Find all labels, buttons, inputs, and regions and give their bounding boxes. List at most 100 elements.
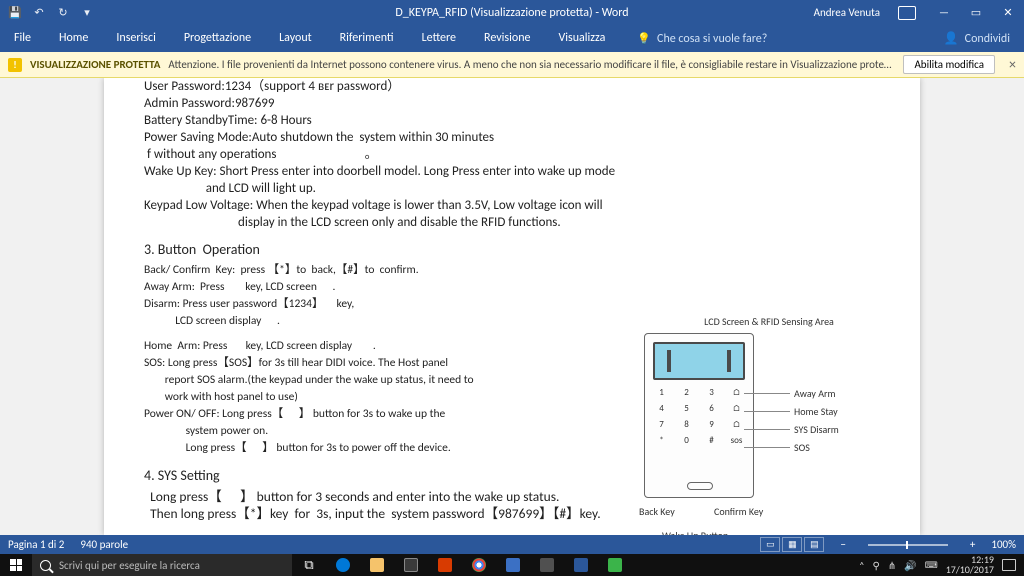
quick-access-toolbar: 💾 ↶ ↻ ▾ xyxy=(0,6,102,20)
diagram-label-wake: Wake Up Button xyxy=(662,529,728,535)
key: 6 xyxy=(701,404,722,414)
wakeup-button xyxy=(687,482,713,490)
share-button[interactable]: 👤 Condividi xyxy=(930,25,1024,52)
tab-file[interactable]: File xyxy=(0,25,45,52)
keypad-outline: 1 2 3 ⌂ 4 5 6 ⌂ 7 8 9 ⌂ * 0 # sos xyxy=(644,333,754,498)
doc-line: f without any operations 。 xyxy=(144,146,890,163)
page-indicator[interactable]: Pagina 1 di 2 xyxy=(8,538,64,551)
edge-icon[interactable] xyxy=(326,554,360,576)
store-icon[interactable] xyxy=(394,554,428,576)
title-bar: 💾 ↶ ↻ ▾ D_KEYPA_RFID (Visualizzazione pr… xyxy=(0,0,1024,25)
zoom-out-button[interactable]: − xyxy=(840,538,845,551)
tray-chevron-icon[interactable]: ˄ xyxy=(859,559,864,572)
minimize-button[interactable]: — xyxy=(928,0,960,25)
protected-view-title: VISUALIZZAZIONE PROTETTA xyxy=(30,58,160,71)
start-button[interactable] xyxy=(0,554,32,576)
doc-line: Admin Password:987699 xyxy=(144,95,890,112)
doc-line: and LCD will light up. xyxy=(144,180,890,197)
web-layout-button[interactable]: ▤ xyxy=(804,537,824,552)
callout-line xyxy=(744,429,790,430)
key: 7 xyxy=(651,420,672,430)
word-count[interactable]: 940 parole xyxy=(80,538,128,551)
doc-line: Power ON/ OFF: Long press【 】 button for … xyxy=(144,406,890,423)
doc-heading-3: 3. Button Operation xyxy=(144,241,890,258)
tab-home[interactable]: Home xyxy=(45,25,102,52)
diagram-label-sys: SYS Disarm xyxy=(794,423,839,436)
tell-me-search[interactable]: 💡 Che cosa si vuole fare? xyxy=(637,25,767,52)
zoom-slider[interactable] xyxy=(868,544,948,546)
doc-line: Battery StandbyTime: 6-8 Hours xyxy=(144,112,890,129)
enable-editing-button[interactable]: Abilita modifica xyxy=(903,55,995,74)
task-view-icon[interactable]: ⧉ xyxy=(292,554,326,576)
tab-design[interactable]: Progettazione xyxy=(170,25,265,52)
doc-line: Away Arm: Press key, LCD screen . xyxy=(144,279,890,296)
taskbar-search[interactable]: Scrivi qui per eseguire la ricerca xyxy=(32,554,292,576)
callout-line xyxy=(744,393,790,394)
protected-view-message: Attenzione. I file provenienti da Intern… xyxy=(168,58,895,71)
key: ⌂ xyxy=(726,404,747,414)
tab-references[interactable]: Riferimenti xyxy=(326,25,408,52)
zoom-in-button[interactable]: + xyxy=(970,538,975,551)
zoom-level[interactable]: 100% xyxy=(991,538,1016,551)
key: 3 xyxy=(701,388,722,398)
print-layout-button[interactable]: ▦ xyxy=(782,537,802,552)
diagram-label-away: Away Arm xyxy=(794,387,835,400)
key: 9 xyxy=(701,420,722,430)
key: 4 xyxy=(651,404,672,414)
tab-view[interactable]: Visualizza xyxy=(544,25,619,52)
diagram-label-confirm: Confirm Key xyxy=(714,505,763,518)
taskbar-clock[interactable]: 12:19 17/10/2017 xyxy=(946,555,994,575)
system-tray: ˄ ⚲ ⋔ 🔊 ⌨ 12:19 17/10/2017 xyxy=(851,555,1024,575)
share-label: Condividi xyxy=(965,32,1010,46)
restore-button[interactable]: ▭ xyxy=(960,0,992,25)
tell-me-placeholder: Che cosa si vuole fare? xyxy=(657,32,767,46)
app-icon[interactable] xyxy=(530,554,564,576)
key: 0 xyxy=(676,436,697,446)
account-icon[interactable] xyxy=(898,6,916,20)
doc-heading-4: 4. SYS Setting xyxy=(144,467,890,484)
close-button[interactable]: ✕ xyxy=(992,0,1024,25)
tab-layout[interactable]: Layout xyxy=(265,25,326,52)
share-icon: 👤 xyxy=(944,31,959,46)
qat-dropdown-icon[interactable]: ▾ xyxy=(80,6,94,20)
user-name[interactable]: Andrea Venuta xyxy=(814,6,880,19)
key: 5 xyxy=(676,404,697,414)
close-protected-bar-icon[interactable]: × xyxy=(1009,56,1016,73)
key: # xyxy=(701,436,722,446)
app-icon[interactable] xyxy=(598,554,632,576)
tab-insert[interactable]: Inserisci xyxy=(102,25,169,52)
volume-icon[interactable]: 🔊 xyxy=(904,559,916,572)
app-icon[interactable] xyxy=(428,554,462,576)
key: 1 xyxy=(651,388,672,398)
app-icon[interactable] xyxy=(496,554,530,576)
redo-icon[interactable]: ↻ xyxy=(56,6,70,20)
tab-review[interactable]: Revisione xyxy=(470,25,544,52)
document-page: User Password:1234（support 4 ʙᴇr passwor… xyxy=(104,78,920,535)
doc-line: Back/ Confirm Key: press 【*】to back,【#】t… xyxy=(144,262,890,279)
key: 2 xyxy=(676,388,697,398)
lightbulb-icon: 💡 xyxy=(637,32,651,45)
language-indicator[interactable]: ⌨ xyxy=(925,560,938,571)
callout-line xyxy=(744,411,790,412)
doc-line: Keypad Low Voltage: When the keypad volt… xyxy=(144,197,890,214)
word-icon[interactable] xyxy=(564,554,598,576)
key: * xyxy=(651,436,672,446)
read-mode-button[interactable]: ▭ xyxy=(760,537,780,552)
doc-line: system power on. xyxy=(144,423,890,440)
ribbon-tabs: File Home Inserisci Progettazione Layout… xyxy=(0,25,1024,52)
save-icon[interactable]: 💾 xyxy=(8,6,22,20)
protected-view-bar: ! VISUALIZZAZIONE PROTETTA Attenzione. I… xyxy=(0,52,1024,78)
network-icon[interactable]: ⚲ xyxy=(873,559,880,572)
diagram-label-sos: SOS xyxy=(794,441,810,454)
chrome-icon[interactable] xyxy=(462,554,496,576)
doc-line: Long press【 】 button for 3s to power off… xyxy=(144,440,890,457)
tab-mailings[interactable]: Lettere xyxy=(408,25,470,52)
explorer-icon[interactable] xyxy=(360,554,394,576)
document-area[interactable]: User Password:1234（support 4 ʙᴇr passwor… xyxy=(0,78,1024,535)
view-buttons: ▭ ▦ ▤ xyxy=(760,537,824,552)
action-center-icon[interactable] xyxy=(1002,559,1016,571)
doc-line: SOS: Long press【SOS】for 3s till hear DID… xyxy=(144,355,890,372)
undo-icon[interactable]: ↶ xyxy=(32,6,46,20)
wifi-icon[interactable]: ⋔ xyxy=(888,559,896,572)
doc-line: Wake Up Key: Short Press enter into door… xyxy=(144,163,890,180)
